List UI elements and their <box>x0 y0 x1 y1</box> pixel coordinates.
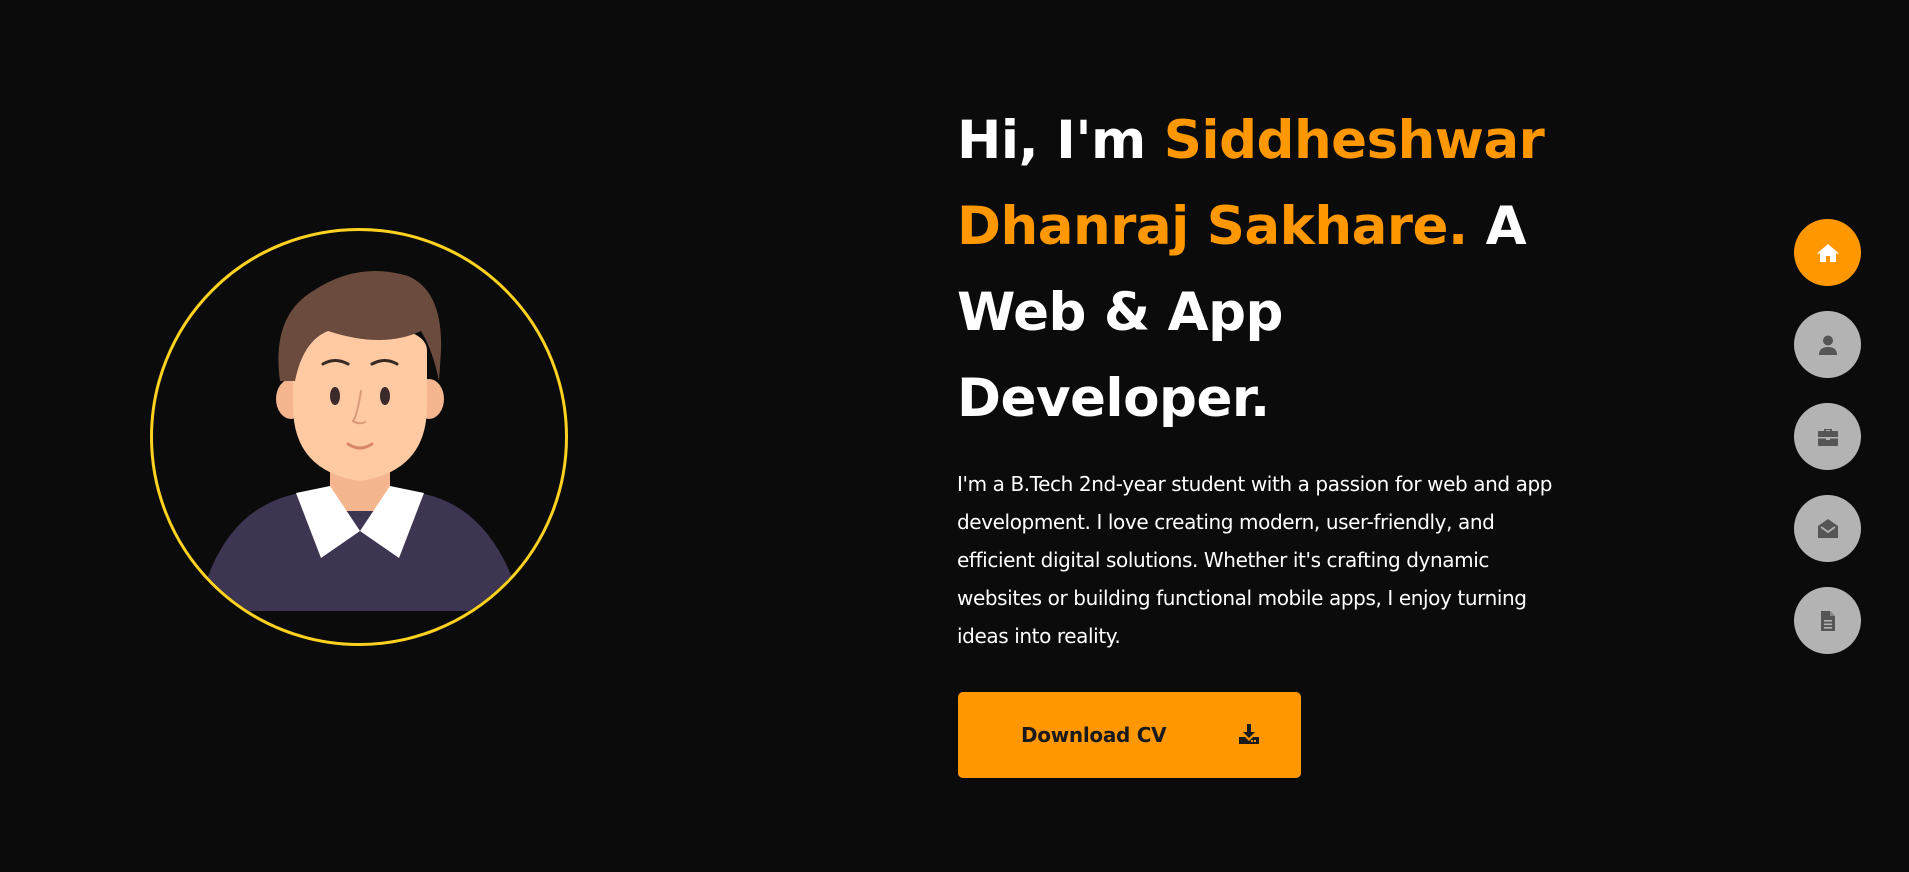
download-cv-label: Download CV <box>1021 723 1167 747</box>
nav-home-button[interactable] <box>1794 219 1861 286</box>
profile-avatar <box>150 228 568 646</box>
briefcase-icon <box>1817 428 1838 446</box>
hero-description: I'm a B.Tech 2nd-year student with a pas… <box>957 472 1553 648</box>
nav-about-button[interactable] <box>1794 311 1861 378</box>
side-nav <box>1794 219 1861 679</box>
nav-contact-button[interactable] <box>1794 495 1861 562</box>
document-icon <box>1820 610 1835 631</box>
nav-portfolio-button[interactable] <box>1794 403 1861 470</box>
avatar-illustration <box>198 271 523 611</box>
user-icon <box>1818 335 1837 355</box>
hero-greeting: Hi, I'm <box>957 110 1164 171</box>
nav-blog-button[interactable] <box>1794 587 1861 654</box>
hero-title: Hi, I'm Siddheshwar Dhanraj Sakhare. A W… <box>957 98 1577 442</box>
hero-section: Hi, I'm Siddheshwar Dhanraj Sakhare. A W… <box>957 98 1577 655</box>
download-cv-button[interactable]: Download CV <box>958 692 1301 778</box>
home-icon <box>1816 243 1839 262</box>
download-icon <box>1237 722 1261 746</box>
home-page: Hi, I'm Siddheshwar Dhanraj Sakhare. A W… <box>0 0 1909 872</box>
envelope-open-icon <box>1817 518 1838 538</box>
